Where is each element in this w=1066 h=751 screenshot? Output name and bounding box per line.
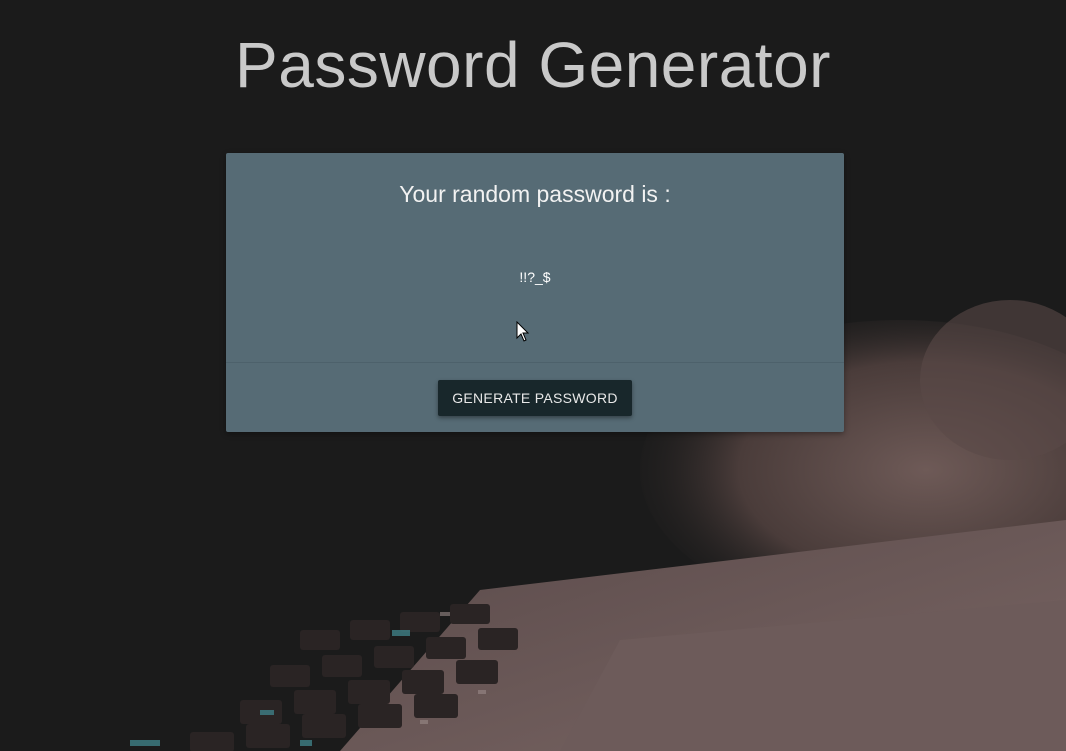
password-card: Your random password is : !!?_$ GENERATE… bbox=[226, 153, 844, 432]
card-divider bbox=[226, 362, 844, 363]
password-output[interactable]: !!?_$ bbox=[226, 269, 844, 285]
generate-password-button[interactable]: GENERATE PASSWORD bbox=[438, 380, 632, 416]
card-heading: Your random password is : bbox=[399, 181, 671, 207]
mouse-pointer-icon bbox=[516, 321, 530, 342]
page: Password Generator Your random password … bbox=[0, 0, 1066, 751]
page-title: Password Generator bbox=[235, 29, 831, 101]
